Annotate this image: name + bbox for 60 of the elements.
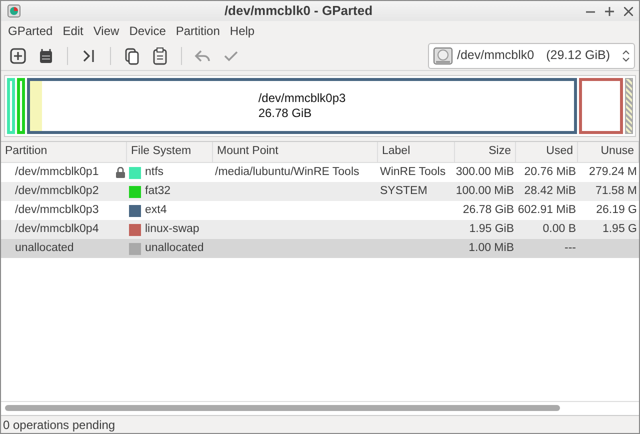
column-header[interactable]: Mount Point — [213, 142, 378, 162]
menu-item[interactable]: View — [89, 22, 124, 40]
table-cell-text: WinRE Tools — [380, 164, 446, 180]
table-cell-text: 279.24 M — [589, 164, 637, 180]
table-row[interactable]: /dev/mmcblk0p4 linux-swap 1.95 GiB 0.00 B 1.95 G — [1, 220, 639, 239]
column-header[interactable]: Partition — [1, 142, 127, 162]
table-row[interactable]: /dev/mmcblk0p2 fat32 SYSTEM 100.00 MiB 28.42 MiB 71.58 M — [1, 182, 639, 201]
table-cell-text: unallocated — [15, 240, 74, 256]
column-header[interactable]: Label — [378, 142, 455, 162]
table-cell-text: /media/lubuntu/WinRE Tools — [215, 164, 360, 180]
table-cell-text: /dev/mmcblk0p4 — [15, 222, 99, 237]
table-row[interactable]: /dev/mmcblk0p1 ntfs /media/lubuntu/WinRE Tools WinRE Tools 300.00 MiB 20.76 MiB 279.24 M — [1, 163, 639, 182]
table-cell-text: ntfs — [145, 164, 164, 180]
column-header[interactable]: Used — [516, 142, 578, 162]
table-cell-text: 0.00 B — [542, 222, 576, 237]
table-cell-text: 300.00 MiB — [456, 164, 514, 180]
device-size: (29.12 GiB) — [546, 47, 610, 64]
table-row[interactable]: unallocated unallocated 1.00 MiB --- — [1, 239, 639, 258]
maximize-icon[interactable] — [605, 6, 614, 16]
menu-item[interactable]: Device — [125, 22, 170, 40]
app-icon — [7, 4, 21, 18]
scrollbar-thumb[interactable] — [5, 405, 560, 411]
column-header[interactable]: Unuse — [578, 142, 639, 162]
segment-name: /dev/mmcblk0p3 — [258, 91, 346, 106]
table-cell-text: 20.76 MiB — [524, 164, 576, 180]
table-cell-text: linux-swap — [145, 222, 200, 237]
table-cell-text: 28.42 MiB — [524, 184, 576, 199]
close-icon[interactable] — [624, 6, 633, 16]
column-header[interactable]: Size — [455, 142, 516, 162]
menu-item[interactable]: GParted — [4, 22, 57, 40]
menu-item[interactable]: Edit — [58, 22, 88, 40]
table-cell-text: /dev/mmcblk0p1 — [15, 164, 99, 180]
segment-size: 26.78 GiB — [258, 106, 313, 121]
table-row[interactable]: /dev/mmcblk0p3 ext4 26.78 GiB 602.91 MiB 26.19 G — [1, 201, 639, 220]
device-name: /dev/mmcblk0 — [456, 47, 534, 64]
drive-icon — [432, 46, 453, 66]
table-cell-text: unallocated — [145, 240, 204, 256]
table-cell-text: 26.78 GiB — [462, 202, 514, 218]
window-title: /dev/mmcblk0 - GParted — [223, 2, 374, 20]
table-cell-text: ext4 — [145, 202, 167, 218]
table-cell-text: 602.91 MiB — [518, 202, 576, 218]
table-cell-text: SYSTEM — [380, 184, 428, 199]
device-selector[interactable]: /dev/mmcblk0 (29.12 GiB) — [428, 42, 635, 68]
table-cell-text: 1.95 GiB — [469, 222, 514, 237]
table-cell-text: 71.58 M — [595, 184, 637, 199]
table-cell-text: /dev/mmcblk0p3 — [15, 202, 99, 218]
table-cell-text: 100.00 MiB — [456, 184, 514, 199]
table-cell-text: --- — [564, 240, 576, 256]
table-cell-text: 26.19 G — [596, 202, 637, 218]
partition-segment[interactable] — [579, 78, 623, 134]
menu-item[interactable]: Help — [226, 22, 259, 40]
status-text: 0 operations pending — [3, 416, 116, 434]
menu-item[interactable]: Partition — [172, 22, 224, 40]
partition-segment[interactable]: /dev/mmcblk0p3 26.78 GiB — [27, 78, 577, 134]
column-header[interactable]: File System — [127, 142, 213, 162]
table-cell-text: fat32 — [145, 184, 171, 199]
table-cell-text: 1.00 MiB — [468, 240, 514, 256]
table-cell-text: 1.95 G — [602, 222, 637, 237]
add-icon — [8, 46, 28, 66]
table-cell-text: /dev/mmcblk0p2 — [15, 184, 99, 199]
